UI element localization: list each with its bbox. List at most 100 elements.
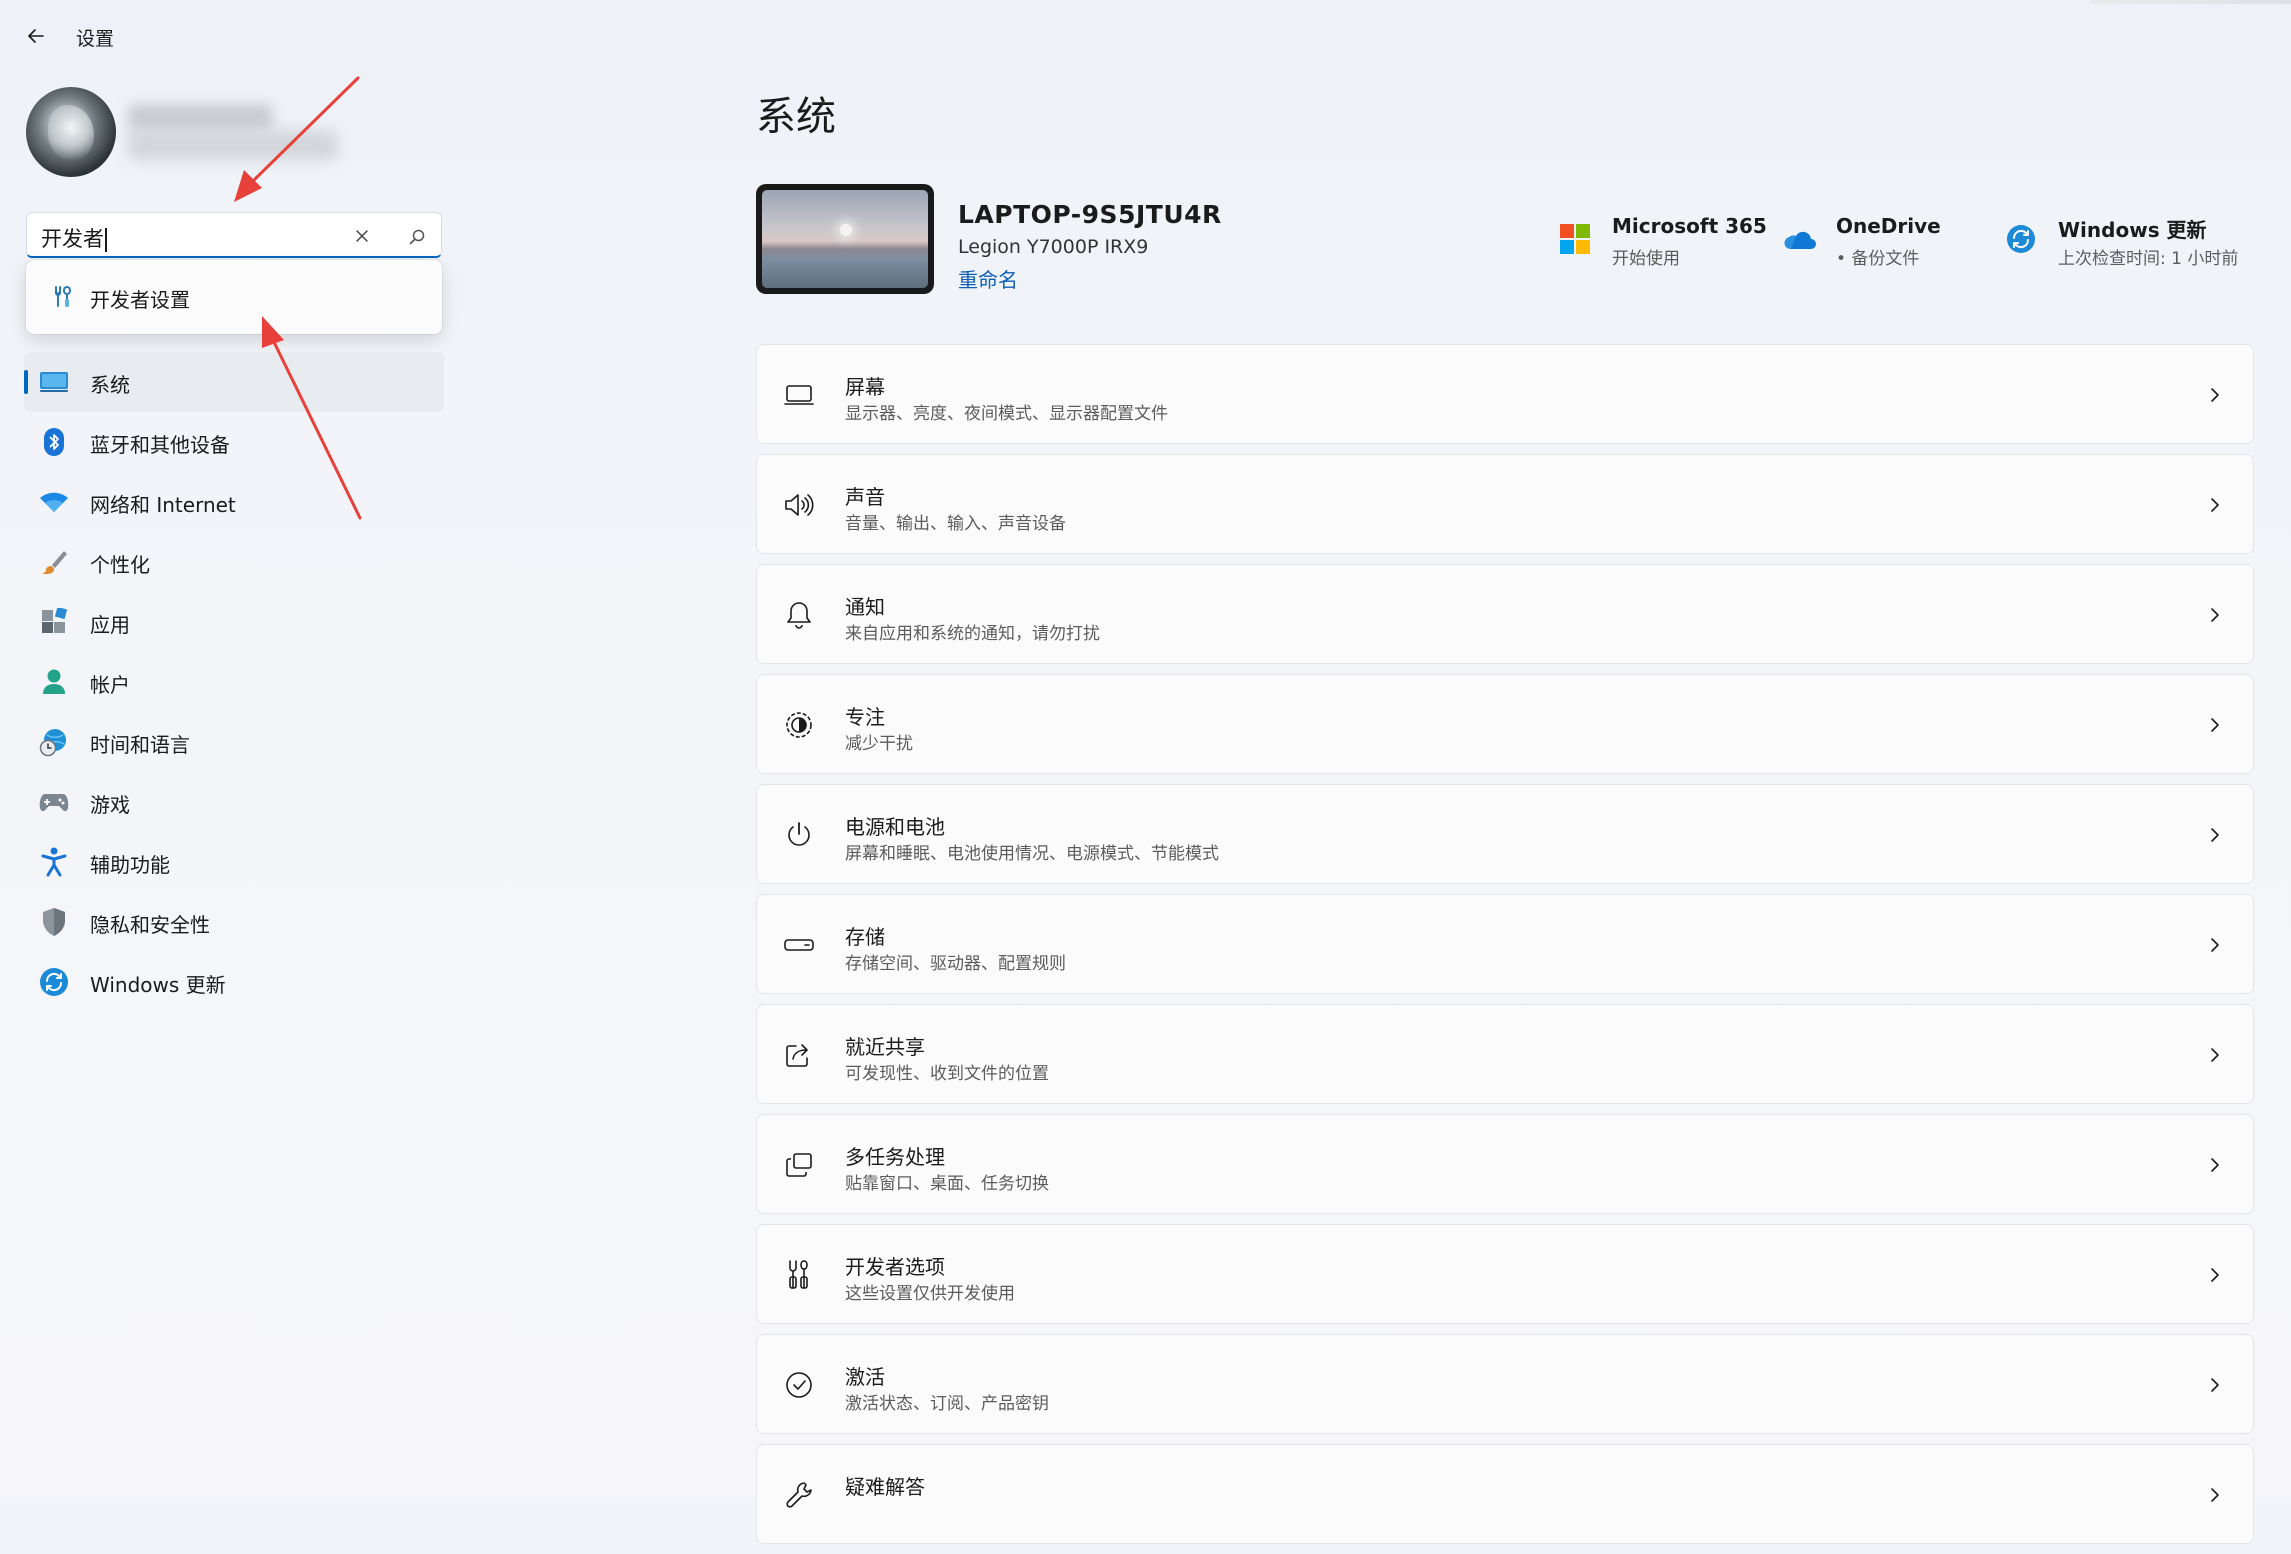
sidebar-item-apps[interactable]: 应用 (24, 592, 444, 652)
sidebar-item-bluetooth[interactable]: 蓝牙和其他设备 (24, 412, 444, 472)
card-title: 专注 (845, 705, 885, 729)
settings-card-developer-options[interactable]: 开发者选项 这些设置仅供开发使用 (756, 1224, 2254, 1324)
wifi-icon (38, 486, 70, 518)
sidebar-item-label: 帐户 (90, 673, 130, 697)
card-title: 电源和电池 (845, 815, 945, 839)
chevron-right-icon (2205, 1043, 2225, 1067)
settings-card-activation[interactable]: 激活 激活状态、订阅、产品密钥 (756, 1334, 2254, 1434)
search-button[interactable] (405, 225, 429, 249)
settings-card-notifications[interactable]: 通知 来自应用和系统的通知，请勿打扰 (756, 564, 2254, 664)
card-title: 开发者选项 (845, 1255, 945, 1279)
settings-card-storage[interactable]: 存储 存储空间、驱动器、配置规则 (756, 894, 2254, 994)
search-suggestion-item[interactable]: 开发者设置 (26, 260, 442, 334)
windows-update-icon (38, 966, 70, 998)
card-title: 疑难解答 (845, 1475, 925, 1499)
sidebar-item-label: 隐私和安全性 (90, 913, 210, 937)
sidebar-item-accounts[interactable]: 帐户 (24, 652, 444, 712)
settings-card-nearby-sharing[interactable]: 就近共享 可发现性、收到文件的位置 (756, 1004, 2254, 1104)
search-icon (409, 229, 425, 245)
quick-link-onedrive[interactable]: OneDrive • 备份文件 (1782, 212, 1972, 272)
settings-card-troubleshoot[interactable]: 疑难解答 (756, 1444, 2254, 1544)
search-value: 开发者 (41, 223, 107, 253)
title-bar: 设置 (0, 0, 2291, 70)
quick-link-title: Windows 更新 (2058, 218, 2207, 242)
card-title: 就近共享 (845, 1035, 925, 1059)
chevron-right-icon (2205, 1373, 2225, 1397)
sidebar-item-network[interactable]: 网络和 Internet (24, 472, 444, 532)
card-subtitle: 贴靠窗口、桌面、任务切换 (845, 1174, 1049, 1194)
settings-list: 屏幕 显示器、亮度、夜间模式、显示器配置文件 声音 音量、输出、输入、声音设备 … (756, 344, 2254, 1554)
settings-card-power[interactable]: 电源和电池 屏幕和睡眠、电池使用情况、电源模式、节能模式 (756, 784, 2254, 884)
quick-link-windows-update[interactable]: Windows 更新 上次检查时间: 1 小时前 (2004, 212, 2254, 272)
app-title: 设置 (76, 28, 115, 50)
display-icon (781, 377, 817, 413)
card-subtitle: 音量、输出、输入、声音设备 (845, 514, 1066, 534)
chevron-right-icon (2205, 1483, 2225, 1507)
sidebar-item-label: 游戏 (90, 793, 130, 817)
sidebar-item-personalization[interactable]: 个性化 (24, 532, 444, 592)
card-subtitle: 来自应用和系统的通知，请勿打扰 (845, 624, 1100, 644)
card-title: 屏幕 (845, 375, 885, 399)
sidebar-item-privacy[interactable]: 隐私和安全性 (24, 892, 444, 952)
sidebar-item-label: 网络和 Internet (90, 493, 236, 517)
sidebar-item-label: 辅助功能 (90, 853, 170, 877)
window-edge (2091, 0, 2291, 4)
settings-card-display[interactable]: 屏幕 显示器、亮度、夜间模式、显示器配置文件 (756, 344, 2254, 444)
accessibility-icon (38, 846, 70, 878)
quick-link-subtitle: 上次检查时间: 1 小时前 (2058, 249, 2239, 269)
card-title: 多任务处理 (845, 1145, 945, 1169)
card-subtitle: 激活状态、订阅、产品密钥 (845, 1394, 1049, 1414)
device-model: Legion Y7000P IRX9 (958, 236, 1149, 258)
focus-icon (781, 707, 817, 743)
power-icon (781, 817, 817, 853)
chevron-right-icon (2205, 823, 2225, 847)
back-button[interactable] (18, 18, 54, 54)
sidebar-item-accessibility[interactable]: 辅助功能 (24, 832, 444, 892)
settings-card-multitasking[interactable]: 多任务处理 贴靠窗口、桌面、任务切换 (756, 1114, 2254, 1214)
chevron-right-icon (2205, 383, 2225, 407)
rename-link[interactable]: 重命名 (958, 264, 1018, 293)
card-title: 激活 (845, 1365, 885, 1389)
chevron-right-icon (2205, 713, 2225, 737)
chevron-right-icon (2205, 493, 2225, 517)
bell-icon (781, 597, 817, 633)
settings-card-sound[interactable]: 声音 音量、输出、输入、声音设备 (756, 454, 2254, 554)
sidebar-item-windows-update[interactable]: Windows 更新 (24, 952, 444, 1012)
windows-update-icon (2004, 222, 2038, 256)
clear-search-button[interactable] (349, 223, 375, 249)
card-subtitle: 减少干扰 (845, 734, 913, 754)
time-language-icon (38, 726, 70, 758)
chevron-right-icon (2205, 933, 2225, 957)
suggestion-label: 开发者设置 (90, 288, 190, 312)
developer-tools-icon (781, 1257, 817, 1293)
chevron-right-icon (2205, 1263, 2225, 1287)
quick-link-microsoft-365[interactable]: Microsoft 365 开始使用 (1558, 212, 1767, 272)
card-subtitle: 显示器、亮度、夜间模式、显示器配置文件 (845, 404, 1168, 424)
settings-card-focus[interactable]: 专注 减少干扰 (756, 674, 2254, 774)
check-circle-icon (781, 1367, 817, 1403)
device-wallpaper-thumbnail (756, 184, 934, 294)
search-input[interactable]: 开发者 (26, 212, 442, 258)
blurred-username (128, 104, 273, 132)
gamepad-icon (38, 786, 70, 818)
card-subtitle: 存储空间、驱动器、配置规则 (845, 954, 1066, 974)
active-indicator (24, 370, 28, 394)
developer-tools-icon (48, 282, 78, 312)
sidebar-item-label: 应用 (90, 613, 130, 637)
system-icon (38, 366, 70, 398)
share-icon (781, 1037, 817, 1073)
sidebar-item-label: 时间和语言 (90, 733, 190, 757)
multitask-icon (781, 1147, 817, 1183)
sidebar-item-label: 蓝牙和其他设备 (90, 433, 230, 457)
apps-icon (38, 606, 70, 638)
sidebar-nav: 系统 蓝牙和其他设备 网络和 Internet 个性化 应用 帐户 时间和语言 … (24, 352, 444, 1012)
sidebar-item-time-language[interactable]: 时间和语言 (24, 712, 444, 772)
avatar[interactable] (26, 87, 116, 177)
sidebar-item-gaming[interactable]: 游戏 (24, 772, 444, 832)
speaker-icon (781, 487, 817, 523)
sidebar-item-label: 系统 (90, 373, 130, 397)
card-title: 声音 (845, 485, 885, 509)
close-icon (356, 230, 368, 242)
sidebar-item-system[interactable]: 系统 (24, 352, 444, 412)
card-title: 通知 (845, 595, 885, 619)
